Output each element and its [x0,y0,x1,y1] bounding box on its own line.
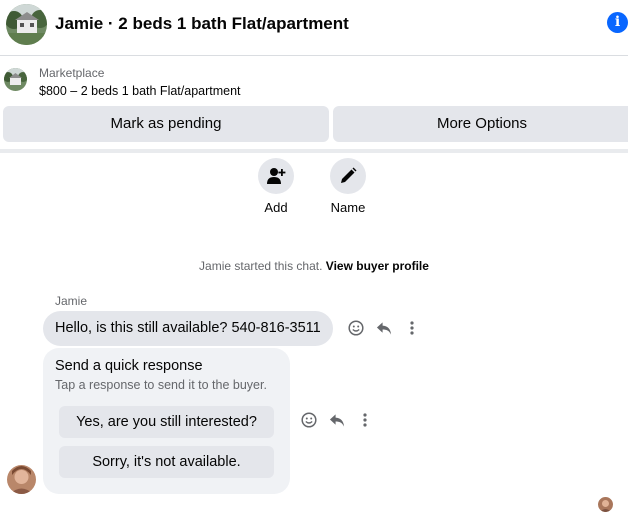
quick-response-card: Send a quick response Tap a response to … [43,348,290,494]
add-people-action[interactable]: Add [246,158,306,215]
more-vertical-icon[interactable] [404,320,420,336]
add-label: Add [264,200,288,215]
listing-source: Marketplace [39,66,105,80]
name-label: Name [330,200,366,215]
react-icon[interactable] [301,412,317,428]
listing-thumbnail [4,68,27,91]
reply-icon[interactable] [376,320,392,336]
info-icon[interactable]: i [607,12,628,33]
seen-receipt-avatar [598,497,613,512]
listing-price: $800 – 2 beds 1 bath Flat/apartment [39,84,241,98]
more-options-button[interactable]: More Options [333,106,628,142]
pencil-icon [330,158,366,194]
conversation-title: Jamie · 2 beds 1 bath Flat/apartment [55,14,349,33]
mark-as-pending-button[interactable]: Mark as pending [3,106,329,142]
reply-icon[interactable] [329,412,345,428]
chat-started-text: Jamie started this chat. [199,259,323,273]
view-buyer-profile-link[interactable]: View buyer profile [326,259,429,273]
conversation-header: Jamie · 2 beds 1 bath Flat/apartment i [0,0,628,56]
buyer-avatar[interactable] [7,465,36,494]
message-tools [348,320,420,336]
chat-started-notice: Jamie started this chat. View buyer prof… [0,259,628,273]
edit-name-action[interactable]: Name [318,158,378,215]
quick-response-title: Send a quick response [55,358,203,374]
react-icon[interactable] [348,320,364,336]
listing-actions: Mark as pending More Options [0,106,628,142]
quick-response-no-button[interactable]: Sorry, it's not available. [59,446,274,478]
message-bubble[interactable]: Hello, is this still available? 540-816-… [43,311,333,346]
quick-response-subtitle: Tap a response to send it to the buyer. [55,378,267,392]
listing-avatar[interactable] [6,4,47,45]
quick-response-tools [301,412,373,428]
listing-summary[interactable]: Marketplace $800 – 2 beds 1 bath Flat/ap… [0,56,628,104]
sender-name: Jamie [55,294,88,308]
more-vertical-icon[interactable] [357,412,373,428]
add-person-icon [258,158,294,194]
section-divider [0,149,628,153]
quick-response-yes-button[interactable]: Yes, are you still interested? [59,406,274,438]
